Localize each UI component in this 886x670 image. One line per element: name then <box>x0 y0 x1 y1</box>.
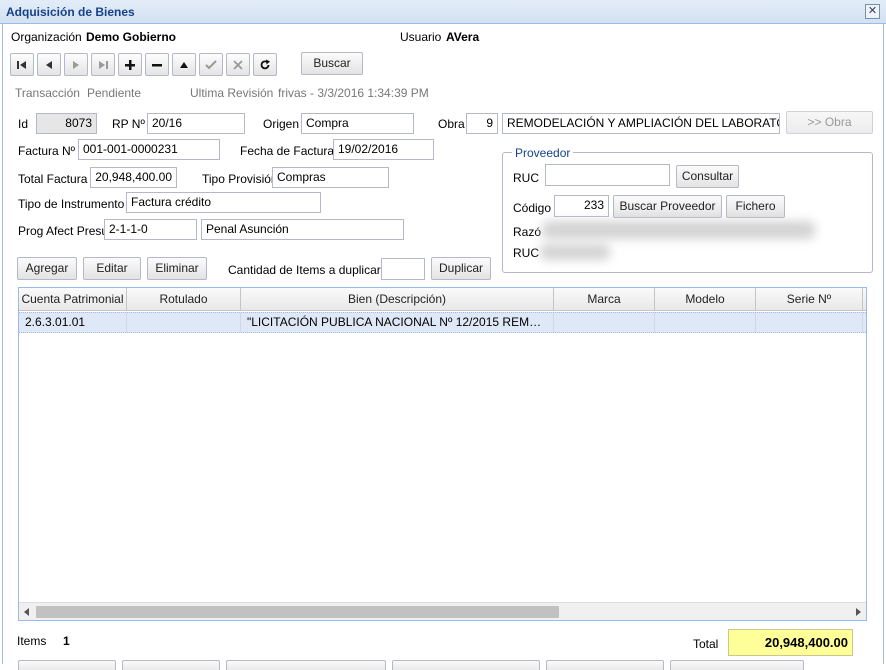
codigo-label: Código <box>513 201 552 215</box>
organizacion-value: Demo Gobierno <box>86 30 177 44</box>
consultar-button[interactable]: Consultar <box>676 165 739 188</box>
bottom-button-2[interactable] <box>122 660 220 670</box>
close-icon[interactable]: ✕ <box>865 4 880 19</box>
up-icon[interactable] <box>172 53 196 76</box>
bottom-button-3[interactable] <box>226 660 386 670</box>
razon-social-label: Razó <box>513 225 542 239</box>
cell-modelo <box>655 313 756 332</box>
usuario-value: AVera <box>446 30 480 44</box>
fecha-factura-field[interactable]: 19/02/2016 <box>333 139 434 160</box>
fichero-button[interactable]: Fichero <box>726 195 785 218</box>
first-icon[interactable] <box>10 53 34 76</box>
remove-icon[interactable] <box>145 53 169 76</box>
column-header-cuenta[interactable]: Cuenta Patrimonial <box>19 288 127 310</box>
cancel-icon[interactable] <box>226 53 250 76</box>
prog-afect-description[interactable]: Penal Asunción <box>201 219 404 240</box>
column-header-serie[interactable]: Serie Nº <box>756 288 863 310</box>
total-value: 20,948,400.00 <box>728 629 853 656</box>
proveedor-ruc2-redacted <box>540 244 610 260</box>
usuario-label: Usuario <box>400 30 442 44</box>
scroll-right-icon[interactable] <box>854 606 862 620</box>
cell-rotulado <box>127 313 241 332</box>
tipo-provision-field[interactable]: Compras <box>272 167 389 188</box>
last-icon[interactable] <box>91 53 115 76</box>
revision-label: Ultima Revisión <box>190 86 274 100</box>
scroll-left-icon[interactable] <box>23 606 31 620</box>
check-icon[interactable] <box>199 53 223 76</box>
obra-button[interactable]: >> Obra <box>786 111 873 134</box>
prog-afect-field[interactable]: 2-1-1-0 <box>104 219 197 240</box>
obra-number-field[interactable]: 9 <box>466 113 498 134</box>
transaccion-label: Transacción <box>15 86 80 100</box>
bottom-button-6[interactable] <box>670 660 804 670</box>
factura-field[interactable]: 001-001-0000231 <box>78 139 220 160</box>
origen-label: Origen <box>263 117 300 131</box>
window-titlebar: Adquisición de Bienes ✕ <box>0 0 886 24</box>
horizontal-scrollbar[interactable] <box>19 602 866 620</box>
tipo-provision-label: Tipo Provisión <box>202 172 278 186</box>
scrollbar-thumb[interactable] <box>36 606 559 618</box>
tipo-instrumento-label: Tipo de Instrumento <box>18 197 125 211</box>
organizacion-label: Organización <box>11 30 82 44</box>
cell-marca <box>554 313 655 332</box>
editar-button[interactable]: Editar <box>83 257 141 280</box>
proveedor-legend: Proveedor <box>512 146 574 160</box>
total-factura-label: Total Factura <box>18 172 88 186</box>
agregar-button[interactable]: Agregar <box>17 257 77 280</box>
prog-afect-label: Prog Afect Presu <box>18 224 109 238</box>
cell-bien: "LICITACIÓN PUBLICA NACIONAL Nº 12/2015 … <box>241 313 554 332</box>
cell-serie <box>756 313 863 332</box>
next-icon[interactable] <box>64 53 88 76</box>
add-icon[interactable] <box>118 53 142 76</box>
origen-field[interactable]: Compra <box>301 113 414 134</box>
rp-label: RP Nº <box>112 117 145 131</box>
column-header-modelo[interactable]: Modelo <box>655 288 756 310</box>
bottom-button-4[interactable] <box>392 660 540 670</box>
bottom-button-1[interactable] <box>18 660 116 670</box>
buscar-button[interactable]: Buscar <box>301 52 363 75</box>
cantidad-duplicar-field[interactable] <box>381 258 425 280</box>
proveedor-ruc-field[interactable] <box>545 164 670 186</box>
rp-field[interactable]: 20/16 <box>147 113 245 134</box>
proveedor-ruc2-label: RUC <box>513 246 539 260</box>
table-row[interactable]: 2.6.3.01.01 "LICITACIÓN PUBLICA NACIONAL… <box>19 312 866 333</box>
transaccion-value: Pendiente <box>87 86 142 100</box>
id-label: Id <box>18 117 29 131</box>
column-header-rotulado[interactable]: Rotulado <box>127 288 241 310</box>
grid-header: Cuenta Patrimonial Rotulado Bien (Descri… <box>19 288 866 311</box>
proveedor-ruc-label: RUC <box>513 171 539 185</box>
eliminar-button[interactable]: Eliminar <box>147 257 207 280</box>
duplicar-button[interactable]: Duplicar <box>431 257 491 280</box>
items-label: Items <box>17 634 47 648</box>
cell-cuenta: 2.6.3.01.01 <box>19 313 127 332</box>
buscar-proveedor-button[interactable]: Buscar Proveedor <box>613 195 722 218</box>
obra-description-field[interactable]: REMODELACIÓN Y AMPLIACIÓN DEL LABORATORI… <box>502 113 780 134</box>
bottom-button-5[interactable] <box>546 660 664 670</box>
tipo-instrumento-field[interactable]: Factura crédito <box>126 192 321 213</box>
id-field: 8073 <box>36 113 97 134</box>
total-factura-field[interactable]: 20,948,400.00 <box>90 167 177 188</box>
cantidad-duplicar-label: Cantidad de Items a duplicar <box>228 263 381 277</box>
window-title: Adquisición de Bienes <box>6 5 135 19</box>
total-label: Total <box>693 637 719 651</box>
column-header-bien[interactable]: Bien (Descripción) <box>241 288 554 310</box>
items-count: 1 <box>63 634 70 648</box>
fecha-factura-label: Fecha de Factura <box>240 144 335 158</box>
column-header-marca[interactable]: Marca <box>554 288 655 310</box>
refresh-icon[interactable] <box>253 53 277 76</box>
revision-value: frivas - 3/3/2016 1:34:39 PM <box>278 86 429 100</box>
razon-social-redacted <box>542 221 815 239</box>
prev-icon[interactable] <box>37 53 61 76</box>
items-grid: Cuenta Patrimonial Rotulado Bien (Descri… <box>18 287 867 621</box>
codigo-field[interactable]: 233 <box>554 195 609 217</box>
factura-label: Factura Nº <box>18 144 76 158</box>
obra-label: Obra <box>438 117 465 131</box>
